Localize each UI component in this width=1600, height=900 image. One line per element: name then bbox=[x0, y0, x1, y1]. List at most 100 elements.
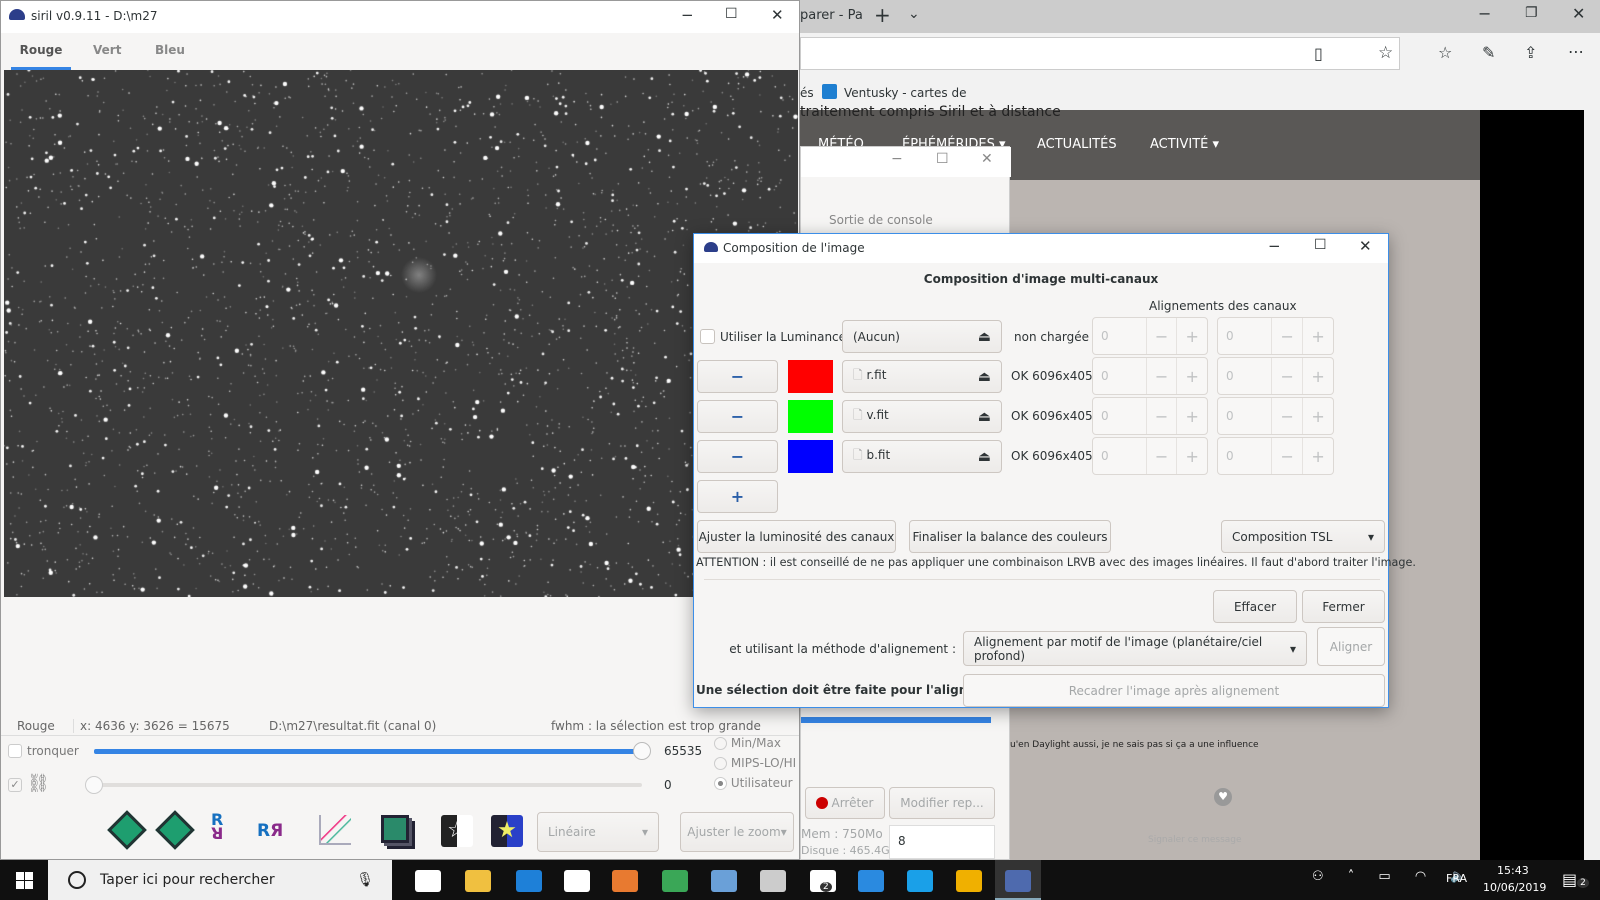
modify-button[interactable]: Modifier rep... bbox=[889, 787, 995, 819]
sequence-icon[interactable] bbox=[381, 815, 409, 843]
channel-dy-spin[interactable]: 0− + bbox=[1217, 437, 1334, 475]
tab-bleu[interactable]: Bleu bbox=[155, 43, 185, 57]
clock-time[interactable]: 15:43 bbox=[1497, 864, 1529, 877]
channel-dx-spin[interactable]: 0− + bbox=[1092, 437, 1208, 475]
close-button[interactable]: Fermer bbox=[1302, 590, 1385, 623]
language-indicator[interactable]: FRA bbox=[1446, 872, 1467, 885]
bookmark-prefix[interactable]: és bbox=[800, 86, 814, 100]
maximize-icon[interactable]: ☐ bbox=[725, 6, 738, 22]
remove-channel-button[interactable]: − bbox=[697, 400, 778, 433]
channel-file-button[interactable]: 🗋 v.fit ⏏ bbox=[842, 400, 1002, 433]
luminance-checkbox[interactable] bbox=[700, 329, 715, 344]
high-slider-handle[interactable] bbox=[633, 742, 651, 760]
browser-tab[interactable]: parer - Pa bbox=[800, 8, 863, 23]
channel-file-button[interactable]: 🗋 r.fit ⏏ bbox=[842, 360, 1002, 393]
media-player-icon[interactable] bbox=[612, 870, 638, 892]
report-link[interactable]: Signaler ce message bbox=[1148, 835, 1242, 845]
rotate-right-icon[interactable] bbox=[155, 810, 195, 850]
channel-dx-spin[interactable]: 0− + bbox=[1092, 397, 1208, 435]
close-icon[interactable]: ✕ bbox=[981, 151, 993, 167]
search-box[interactable]: Taper ici pour rechercher 🎙 bbox=[48, 860, 392, 900]
favorites-icon[interactable]: ☆ bbox=[1438, 43, 1452, 62]
channel-color-swatch[interactable] bbox=[788, 440, 833, 473]
close-icon[interactable]: ✕ bbox=[771, 6, 784, 24]
histogram-icon[interactable] bbox=[319, 815, 351, 845]
rotate-left-icon[interactable] bbox=[107, 810, 147, 850]
tab-console[interactable]: Sortie de console bbox=[829, 213, 933, 227]
bookmark-ventusky[interactable]: Ventusky - cartes de bbox=[844, 86, 966, 100]
start-icon[interactable] bbox=[16, 872, 33, 889]
pen-icon[interactable]: ✎ bbox=[1482, 43, 1495, 62]
minimize-icon[interactable]: − bbox=[1478, 4, 1491, 23]
threads-spin[interactable]: 8 bbox=[889, 825, 995, 859]
clear-button[interactable]: Effacer bbox=[1213, 590, 1297, 623]
tab-rouge[interactable]: Rouge bbox=[11, 33, 71, 70]
channel-dy-spin[interactable]: 0− + bbox=[1217, 357, 1334, 395]
channel-file-button[interactable]: 🗋 b.fit ⏏ bbox=[842, 440, 1002, 473]
radio-utilisateur[interactable]: Utilisateur bbox=[714, 776, 793, 790]
low-slider[interactable] bbox=[94, 783, 642, 787]
method-dropdown[interactable]: Alignement par motif de l'image (planéta… bbox=[963, 631, 1307, 666]
luminance-dy-spin[interactable]: 0− + bbox=[1217, 317, 1334, 355]
notification-icon[interactable]: ▤ 2 bbox=[1562, 870, 1589, 889]
stop-button[interactable]: Arrêter bbox=[805, 787, 885, 819]
favorite-star-icon[interactable]: ☆ bbox=[1378, 43, 1393, 63]
task-view-icon[interactable] bbox=[415, 870, 441, 892]
mirror-y-icon[interactable]: RЯ bbox=[257, 821, 283, 841]
calculator-icon[interactable] bbox=[760, 870, 786, 892]
maximize-icon[interactable]: ☐ bbox=[936, 151, 949, 167]
channel-dx-spin[interactable]: 0− + bbox=[1092, 357, 1208, 395]
like-icon[interactable]: ♥ bbox=[1214, 788, 1232, 806]
remote-desktop-icon[interactable] bbox=[711, 870, 737, 892]
channel-color-swatch[interactable] bbox=[788, 400, 833, 433]
add-channel-button[interactable]: + bbox=[697, 480, 778, 513]
store-icon[interactable] bbox=[564, 870, 590, 892]
clock-date[interactable]: 10/06/2019 bbox=[1483, 881, 1546, 894]
adjust-luminosity-button[interactable]: Ajuster la luminosité des canaux bbox=[697, 520, 896, 553]
file-explorer-icon[interactable] bbox=[465, 870, 491, 892]
radio-mips[interactable]: MIPS-LO/HI bbox=[714, 756, 796, 770]
reading-view-icon[interactable]: ▯ bbox=[1314, 44, 1323, 63]
zoom-dropdown[interactable]: Ajuster le zoom ▾ bbox=[680, 812, 794, 852]
new-tab-icon[interactable]: + bbox=[874, 3, 891, 27]
channel-dy-spin[interactable]: 0− + bbox=[1217, 397, 1334, 435]
low-slider-handle[interactable] bbox=[85, 776, 103, 794]
restore-icon[interactable]: ❐ bbox=[1525, 5, 1538, 21]
scale-dropdown[interactable]: Linéaire ▾ bbox=[537, 812, 659, 852]
link-checkbox[interactable]: ✓ bbox=[8, 778, 22, 792]
mirror-x-icon[interactable]: Rꓤ bbox=[211, 812, 223, 842]
edge-icon[interactable] bbox=[516, 870, 542, 892]
luminance-dx-spin[interactable]: 0− + bbox=[1092, 317, 1208, 355]
remove-channel-button[interactable]: − bbox=[697, 360, 778, 393]
skype-icon[interactable] bbox=[907, 870, 933, 892]
close-icon[interactable]: ✕ bbox=[1359, 237, 1372, 255]
tab-vert[interactable]: Vert bbox=[93, 43, 121, 57]
luminance-file-button[interactable]: (Aucun) ⏏ bbox=[842, 320, 1002, 353]
remove-channel-button[interactable]: − bbox=[697, 440, 778, 473]
radio-minmax[interactable]: Min/Max bbox=[714, 736, 781, 750]
tab-list-icon[interactable]: ⌄ bbox=[908, 6, 920, 22]
tronquer-checkbox[interactable] bbox=[8, 744, 22, 758]
more-icon[interactable]: ⋯ bbox=[1568, 42, 1584, 61]
nav-activite[interactable]: ACTIVITÉ ▾ bbox=[1150, 137, 1219, 152]
close-icon[interactable]: ✕ bbox=[1572, 4, 1585, 23]
nav-actualites[interactable]: ACTUALITÉS bbox=[1037, 137, 1117, 152]
high-slider[interactable] bbox=[94, 749, 642, 754]
align-button[interactable]: Aligner bbox=[1317, 627, 1385, 666]
address-bar[interactable] bbox=[800, 37, 1400, 70]
composition-dropdown[interactable]: Composition TSL ▾ bbox=[1221, 520, 1385, 553]
chrome-icon[interactable] bbox=[662, 870, 688, 892]
minimize-icon[interactable]: − bbox=[891, 151, 903, 167]
finalize-balance-button[interactable]: Finaliser la balance des couleurs bbox=[909, 520, 1111, 553]
minimize-icon[interactable]: − bbox=[681, 6, 694, 24]
colormap-icon[interactable]: ★ bbox=[491, 815, 523, 847]
app-icon[interactable] bbox=[858, 870, 884, 892]
image-canvas[interactable] bbox=[4, 70, 798, 597]
negative-icon[interactable]: ☆ bbox=[441, 815, 473, 847]
minimize-icon[interactable]: − bbox=[1268, 237, 1281, 255]
presentation-icon[interactable] bbox=[956, 870, 982, 892]
crop-toggle[interactable]: Recadrer l'image après alignement bbox=[963, 674, 1385, 707]
share-icon[interactable]: ⇪ bbox=[1524, 43, 1537, 62]
maximize-icon[interactable]: ☐ bbox=[1314, 237, 1327, 253]
page-scrollbar[interactable] bbox=[1584, 110, 1600, 860]
